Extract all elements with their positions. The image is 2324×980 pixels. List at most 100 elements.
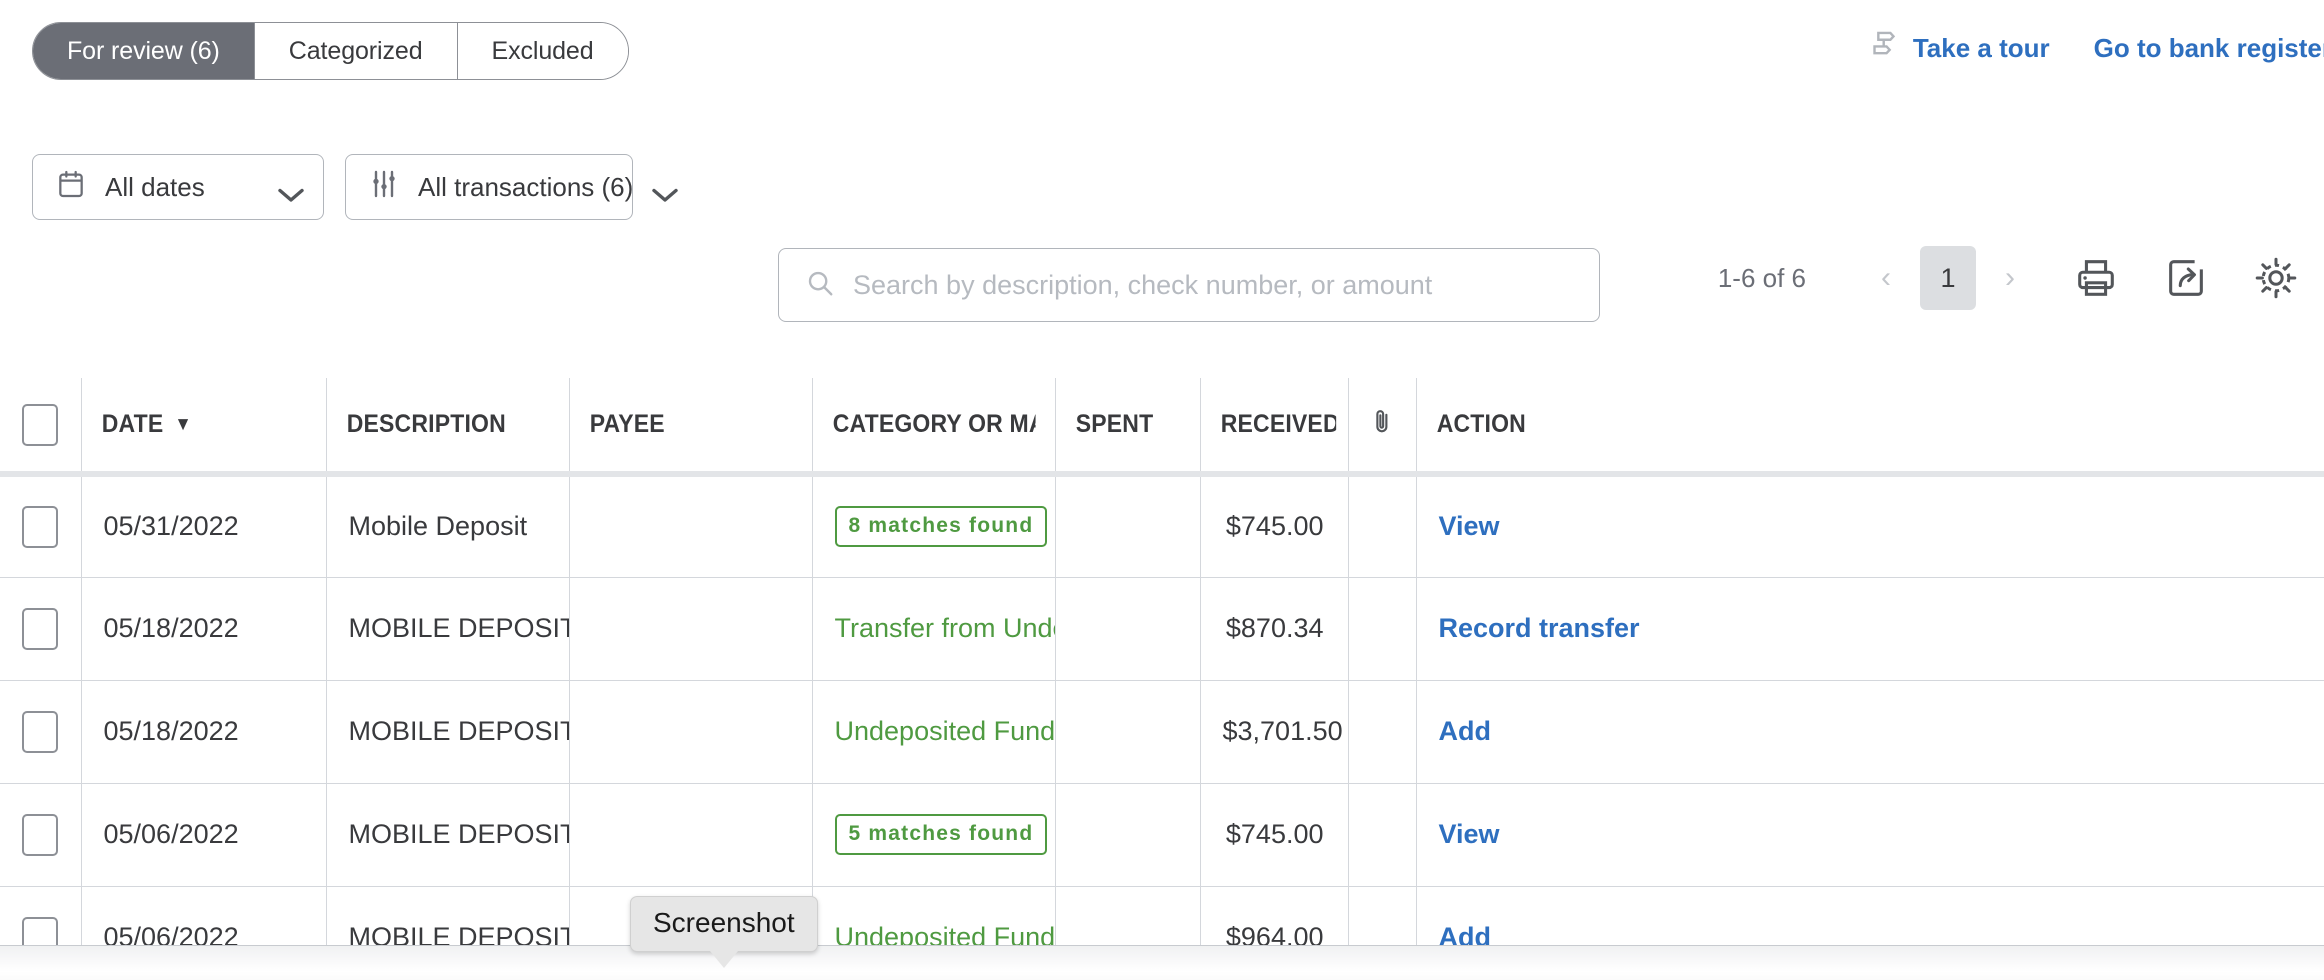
tour-icon xyxy=(1867,28,1901,69)
cell-action: View xyxy=(1416,474,2324,577)
column-header-date-label: DATE xyxy=(102,410,164,438)
row-checkbox[interactable] xyxy=(22,711,58,753)
go-to-bank-register-label: Go to bank register xyxy=(2094,33,2324,64)
cell-action: View xyxy=(1416,783,2324,886)
tab-excluded[interactable]: Excluded xyxy=(458,23,628,79)
select-all-header xyxy=(0,378,81,474)
page-number-1[interactable]: 1 xyxy=(1920,246,1976,310)
cell-payee xyxy=(569,783,812,886)
transaction-type-filter-label: All transactions (6) xyxy=(418,172,633,203)
row-checkbox[interactable] xyxy=(22,608,58,650)
date-filter-label: All dates xyxy=(105,172,259,203)
cell-payee xyxy=(569,680,812,783)
cell-received: $745.00 xyxy=(1200,474,1348,577)
prev-page-button[interactable]: ‹ xyxy=(1864,256,1908,300)
table-body: 05/31/2022Mobile Deposit 8 matches found $… xyxy=(0,474,2324,980)
settings-gear-button[interactable] xyxy=(2250,252,2302,304)
matches-found-badge[interactable]: 5 matches found xyxy=(835,814,1048,855)
cell-action: Record transfer xyxy=(1416,577,2324,680)
search-box[interactable] xyxy=(778,248,1600,322)
cell-attachment[interactable] xyxy=(1348,783,1416,886)
tab-for-review[interactable]: For review (6) xyxy=(33,23,255,79)
sort-descending-icon: ▼ xyxy=(174,414,191,436)
category-link[interactable]: Transfer from Undeposited Funds xyxy=(835,613,1056,643)
go-to-bank-register-link[interactable]: Go to bank register xyxy=(2094,33,2324,64)
bank-transactions-page: For review (6) Categorized Excluded Take… xyxy=(0,0,2324,980)
tab-categorized[interactable]: Categorized xyxy=(255,23,458,79)
calendar-icon xyxy=(55,168,87,207)
take-a-tour-link[interactable]: Take a tour xyxy=(1867,28,2050,69)
select-all-checkbox[interactable] xyxy=(22,404,58,446)
cell-description: MOBILE DEPOSIT 1178… xyxy=(326,577,569,680)
screenshot-tooltip-label: Screenshot xyxy=(653,907,795,938)
column-header-attachment xyxy=(1348,378,1416,474)
cell-date: 05/18/2022 xyxy=(81,577,326,680)
chevron-down-icon xyxy=(651,180,675,194)
screenshot-tooltip: Screenshot xyxy=(630,896,818,952)
table-row[interactable]: 05/31/2022Mobile Deposit 8 matches found $… xyxy=(0,474,2324,577)
top-links: Take a tour Go to bank register xyxy=(1867,28,2324,69)
table-row[interactable]: 05/18/2022MOBILE DEPOSIT 1178… Transfer f… xyxy=(0,577,2324,680)
cell-category-or-match: 5 matches found xyxy=(812,783,1055,886)
table-row[interactable]: 05/18/2022MOBILE DEPOSIT 1178…Undeposite… xyxy=(0,680,2324,783)
column-header-received[interactable]: RECEIVED xyxy=(1200,378,1336,474)
cell-attachment[interactable] xyxy=(1348,577,1416,680)
search-icon xyxy=(805,268,835,303)
cell-payee xyxy=(569,577,812,680)
matches-found-badge[interactable]: 8 matches found xyxy=(835,506,1048,547)
row-checkbox[interactable] xyxy=(22,814,58,856)
cell-category-or-match: Undeposited Funds xyxy=(812,680,1055,783)
cell-payee xyxy=(569,474,812,577)
action-link[interactable]: Add xyxy=(1439,716,1491,746)
cell-category-or-match: 8 matches found xyxy=(812,474,1055,577)
row-checkbox[interactable] xyxy=(22,506,58,548)
search-input[interactable] xyxy=(853,270,1573,301)
cell-received: $870.34 xyxy=(1200,577,1348,680)
cell-description: MOBILE DEPOSIT 1169… xyxy=(326,783,569,886)
chevron-down-icon xyxy=(277,180,301,194)
action-link[interactable]: View xyxy=(1439,511,1500,541)
column-header-date[interactable]: DATE ▼ xyxy=(81,378,306,474)
pagination-toolbar: 1-6 of 6 ‹ 1 › xyxy=(1718,238,2302,318)
category-link[interactable]: Undeposited Funds xyxy=(835,716,1056,746)
export-button[interactable] xyxy=(2160,252,2212,304)
cell-spent xyxy=(1055,783,1200,886)
cell-description: Mobile Deposit xyxy=(326,474,569,577)
status-tab-group: For review (6) Categorized Excluded xyxy=(32,22,629,80)
print-button[interactable] xyxy=(2070,252,2122,304)
column-header-category-or-match[interactable]: CATEGORY OR MATCH xyxy=(812,378,1036,474)
column-header-description[interactable]: DESCRIPTION xyxy=(326,378,550,474)
row-select-cell xyxy=(0,577,81,680)
top-bar: For review (6) Categorized Excluded Take… xyxy=(0,0,2324,92)
column-header-spent[interactable]: SPENT xyxy=(1055,378,1188,474)
cell-attachment[interactable] xyxy=(1348,680,1416,783)
action-link[interactable]: Record transfer xyxy=(1439,613,1640,643)
cell-spent xyxy=(1055,474,1200,577)
action-link[interactable]: View xyxy=(1439,819,1500,849)
cell-received: $3,701.50 xyxy=(1200,680,1348,783)
cell-spent xyxy=(1055,577,1200,680)
next-page-button[interactable]: › xyxy=(1988,256,2032,300)
column-header-action[interactable]: ACTION xyxy=(1416,378,2251,474)
table-row[interactable]: 05/06/2022MOBILE DEPOSIT 1169…5 matches … xyxy=(0,783,2324,886)
tab-for-review-label: For review (6) xyxy=(67,37,220,66)
row-select-cell xyxy=(0,783,81,886)
tab-categorized-label: Categorized xyxy=(289,37,423,66)
paperclip-icon xyxy=(1367,414,1397,442)
transactions-table: DATE ▼ DESCRIPTION PAYEE CATEGORY OR MATC… xyxy=(0,378,2324,980)
transactions-table-wrapper: DATE ▼ DESCRIPTION PAYEE CATEGORY OR MATC… xyxy=(0,378,2324,980)
cell-description: MOBILE DEPOSIT 1178… xyxy=(326,680,569,783)
cell-attachment[interactable] xyxy=(1348,474,1416,577)
take-a-tour-label: Take a tour xyxy=(1913,33,2050,64)
filter-bar: All dates All transactions (6) xyxy=(0,92,2324,202)
cell-category-or-match: Transfer from Undeposited Funds xyxy=(812,577,1055,680)
date-filter-dropdown[interactable]: All dates xyxy=(32,154,324,220)
footer-strip xyxy=(0,945,2324,980)
transaction-type-filter-dropdown[interactable]: All transactions (6) xyxy=(345,154,633,220)
pagination-range: 1-6 of 6 xyxy=(1718,263,1806,294)
column-header-payee[interactable]: PAYEE xyxy=(569,378,793,474)
tab-excluded-label: Excluded xyxy=(492,37,594,66)
cell-date: 05/31/2022 xyxy=(81,474,326,577)
cell-spent xyxy=(1055,680,1200,783)
table-header-row: DATE ▼ DESCRIPTION PAYEE CATEGORY OR MATC… xyxy=(0,378,2324,474)
